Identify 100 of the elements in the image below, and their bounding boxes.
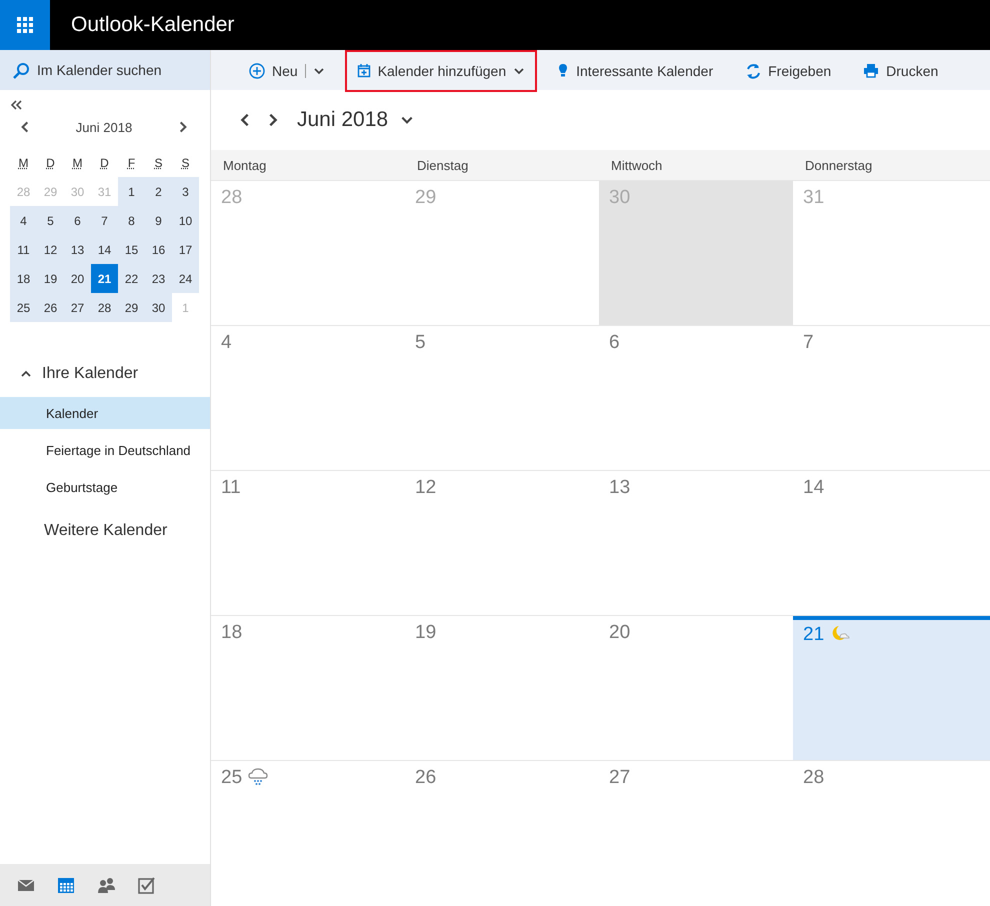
column-header: Donnerstag [805, 158, 872, 173]
calendar-plus-icon [356, 63, 371, 79]
mini-calendar-day[interactable]: 29 [118, 293, 145, 322]
section-heading[interactable]: Ihre Kalender [42, 365, 138, 383]
toolbar-button[interactable]: Drucken [851, 50, 950, 92]
mini-calendar-day[interactable]: 12 [37, 235, 64, 264]
day-number: 29 [415, 187, 436, 209]
day-number: 27 [609, 767, 630, 789]
people-icon[interactable] [97, 876, 115, 894]
day-cell[interactable]: 26 [405, 761, 599, 905]
mini-calendar-day[interactable]: 15 [118, 235, 145, 264]
section-heading[interactable]: Weitere Kalender [44, 522, 168, 540]
day-number: 25 [221, 767, 242, 789]
mini-calendar-day[interactable]: 16 [145, 235, 172, 264]
mini-calendar-day[interactable]: 7 [91, 206, 118, 235]
day-cell[interactable]: 18 [211, 616, 405, 760]
day-cell[interactable]: 4 [211, 326, 405, 470]
app-launcher-button[interactable] [0, 0, 50, 50]
new-button[interactable]: Neu [237, 50, 337, 92]
mini-calendar-day[interactable]: 9 [145, 206, 172, 235]
printer-icon [863, 63, 880, 79]
sync-arrows-icon [745, 63, 762, 79]
month-title[interactable]: Juni 2018 [297, 108, 388, 132]
day-number: 5 [415, 332, 426, 354]
day-cell[interactable]: 12 [405, 471, 599, 615]
day-cell[interactable]: 28 [793, 761, 990, 905]
mini-calendar-day[interactable]: 14 [91, 235, 118, 264]
mini-calendar-day[interactable]: 25 [10, 293, 37, 322]
calendar-item[interactable]: Kalender [0, 397, 210, 429]
mini-calendar-day[interactable]: 30 [145, 293, 172, 322]
day-number: 12 [415, 477, 436, 499]
calendar-item[interactable]: Geburtstage [0, 471, 210, 503]
mini-calendar-day[interactable]: 13 [64, 235, 91, 264]
search-field[interactable]: Im Kalender suchen [0, 50, 210, 90]
column-header: Dienstag [417, 158, 468, 173]
grid-icon [17, 17, 33, 33]
column-header: Montag [223, 158, 266, 173]
mini-calendar-day[interactable]: 6 [64, 206, 91, 235]
mini-calendar-day[interactable]: 1 [118, 177, 145, 206]
app-title: Outlook-Kalender [71, 13, 234, 37]
day-cell[interactable]: 27 [599, 761, 793, 905]
day-number: 26 [415, 767, 436, 789]
mini-calendar-day[interactable]: 10 [172, 206, 199, 235]
collapse-icon[interactable] [10, 99, 22, 111]
day-number: 18 [221, 622, 242, 644]
mini-calendar-day[interactable]: 3 [172, 177, 199, 206]
mini-calendar-day[interactable]: 11 [10, 235, 37, 264]
mini-calendar-day[interactable]: 2 [145, 177, 172, 206]
day-number: 7 [803, 332, 814, 354]
day-cell[interactable]: 5 [405, 326, 599, 470]
mini-calendar-day[interactable]: 24 [172, 264, 199, 293]
plus-circle-icon [249, 63, 265, 79]
day-number: 11 [221, 477, 241, 499]
day-number: 28 [803, 767, 824, 789]
day-cell[interactable]: 11 [211, 471, 405, 615]
day-number: 20 [609, 622, 630, 644]
toolbar-button[interactable]: Freigeben [733, 50, 844, 92]
mini-calendar-day[interactable]: 26 [37, 293, 64, 322]
day-cell[interactable]: 13 [599, 471, 793, 615]
calendar-item[interactable]: Feiertage in Deutschland [0, 434, 210, 466]
checkbox-icon[interactable] [137, 876, 155, 894]
day-cell[interactable]: 19 [405, 616, 599, 760]
weekday-label: S [154, 156, 162, 170]
weekday-label: M [18, 156, 28, 170]
day-number: 28 [221, 187, 242, 209]
toolbar-button[interactable]: Kalender hinzufügen [344, 50, 538, 92]
weekday-label: F [128, 156, 136, 170]
mini-calendar-day[interactable]: 18 [10, 264, 37, 293]
mini-calendar-day[interactable]: 19 [37, 264, 64, 293]
mini-calendar-day[interactable]: 21 [91, 264, 118, 293]
day-cell[interactable]: 20 [599, 616, 793, 760]
day-number: 21 [803, 624, 824, 646]
weekday-label: D [100, 156, 109, 170]
mini-calendar-day[interactable]: 17 [172, 235, 199, 264]
mini-calendar-day[interactable]: 27 [64, 293, 91, 322]
day-number: 30 [609, 187, 630, 209]
mini-calendar-title: Juni 2018 [76, 120, 132, 134]
day-number: 14 [803, 477, 824, 499]
search-icon [12, 62, 29, 78]
day-number: 6 [609, 332, 620, 354]
lightbulb-icon [557, 63, 570, 79]
mini-calendar-day[interactable]: 23 [145, 264, 172, 293]
day-number: 13 [609, 477, 630, 499]
search-input[interactable]: Im Kalender suchen [37, 58, 197, 82]
mini-calendar-day[interactable]: 22 [118, 264, 145, 293]
mini-calendar-day[interactable]: 28 [91, 293, 118, 322]
mini-calendar-day[interactable]: 8 [118, 206, 145, 235]
mini-calendar-day[interactable]: 4 [10, 206, 37, 235]
day-number: 19 [415, 622, 436, 644]
weekday-label: M [72, 156, 82, 170]
day-cell[interactable]: 25 [211, 761, 405, 905]
day-cell[interactable]: 21 [793, 616, 990, 760]
toolbar-button[interactable]: Interessante Kalender [545, 50, 726, 92]
mini-calendar-day[interactable]: 5 [37, 206, 64, 235]
day-number: 4 [221, 332, 232, 354]
mini-calendar-day[interactable]: 20 [64, 264, 91, 293]
day-number: 31 [803, 187, 824, 209]
day-cell[interactable]: 7 [793, 326, 990, 470]
day-cell[interactable]: 6 [599, 326, 793, 470]
day-cell[interactable]: 14 [793, 471, 990, 615]
